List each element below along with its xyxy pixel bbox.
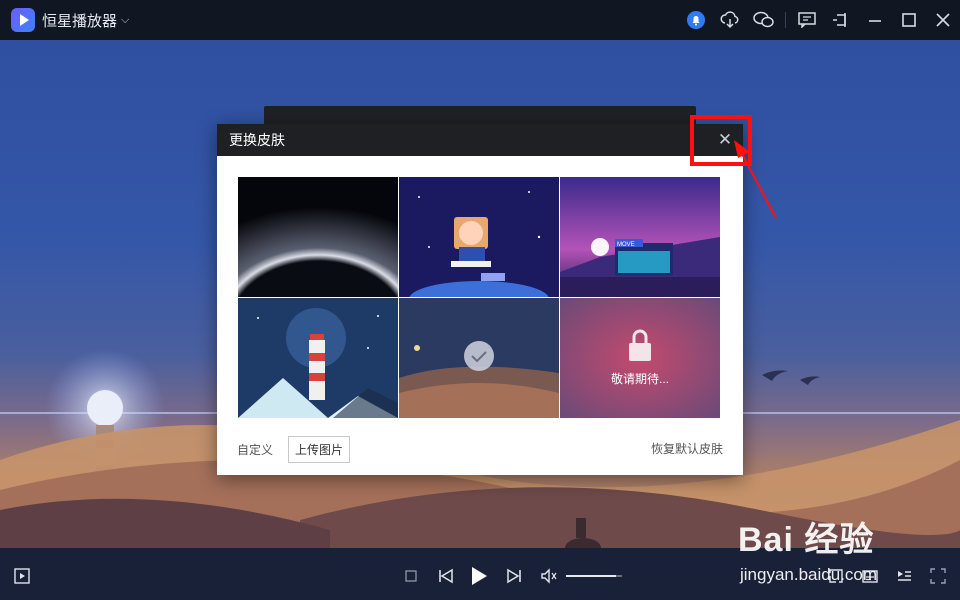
skin-space-horizon[interactable]: [238, 177, 398, 297]
app-logo-icon: [11, 8, 35, 32]
skin-grid: MOVE 敬请期待...: [238, 177, 720, 419]
restore-default-skin-link[interactable]: 恢复默认皮肤: [651, 440, 723, 457]
watermark-brand: Bai 经验: [738, 521, 875, 559]
close-icon[interactable]: [926, 0, 960, 40]
skin-lighthouse[interactable]: [238, 298, 398, 418]
skin-movie-theater[interactable]: MOVE: [560, 177, 720, 297]
skin-dialog: 更换皮肤 ✕ MOVE 敬请期待... 自定义 上传图片 恢复默认皮肤: [217, 124, 743, 475]
previous-icon[interactable]: [438, 568, 454, 584]
settings-icon[interactable]: [896, 568, 912, 584]
maximize-icon[interactable]: [892, 0, 926, 40]
skin-desert-camel[interactable]: [399, 298, 559, 418]
playlist-icon[interactable]: [14, 568, 30, 584]
stop-icon[interactable]: [405, 570, 417, 582]
skin-locked[interactable]: 敬请期待...: [560, 298, 720, 418]
movie-sign: MOVE: [617, 242, 635, 248]
skin-astronaut-reader[interactable]: [399, 177, 559, 297]
dialog-header: 更换皮肤: [217, 124, 743, 156]
bell-icon[interactable]: [679, 0, 713, 40]
volume-slider-fill[interactable]: [566, 575, 616, 577]
coming-soon-text: 敬请期待...: [610, 372, 669, 386]
play-icon[interactable]: [470, 566, 488, 586]
next-icon[interactable]: [506, 568, 522, 584]
minimize-icon[interactable]: [858, 0, 892, 40]
feedback-icon[interactable]: [790, 0, 824, 40]
baidu-watermark: Bai 经验 jingyan.baidu.com: [738, 512, 877, 585]
wechat-icon[interactable]: [747, 0, 781, 40]
fullscreen-icon[interactable]: [930, 568, 946, 584]
pin-icon[interactable]: [824, 0, 858, 40]
watermark-site: jingyan.baidu.com: [740, 565, 878, 584]
cloud-download-icon[interactable]: [713, 0, 747, 40]
custom-label: 自定义: [237, 443, 274, 457]
annotation-highlight-box: [690, 115, 752, 166]
app-title[interactable]: 恒星播放器: [42, 10, 117, 31]
dialog-title: 更换皮肤: [229, 132, 285, 148]
dialog-footer-left: 自定义 上传图片: [237, 436, 351, 463]
title-bar-separator: [785, 12, 786, 28]
upload-image-button[interactable]: 上传图片: [288, 436, 351, 463]
chevron-down-icon[interactable]: ⌵: [121, 14, 129, 27]
title-bar-controls: [679, 0, 960, 40]
title-bar: 恒星播放器 ⌵: [0, 0, 960, 40]
volume-icon[interactable]: [540, 568, 558, 584]
selected-check-circle: [464, 341, 494, 371]
